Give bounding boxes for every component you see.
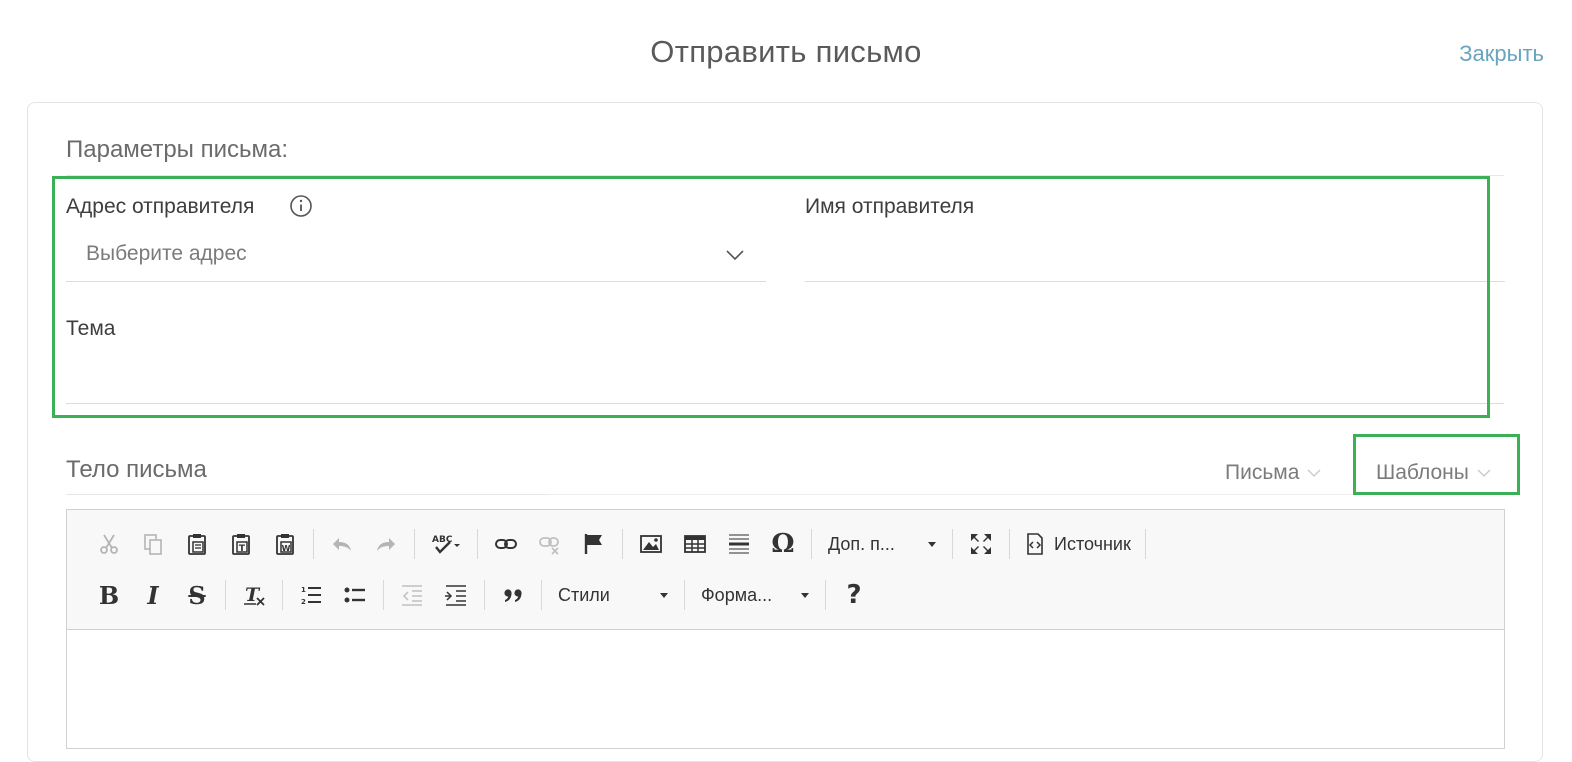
sender-address-label: Адрес отправителя: [66, 195, 255, 218]
chevron-down-icon: [1307, 469, 1321, 478]
sender-name-input[interactable]: [805, 230, 1505, 282]
unlink-icon[interactable]: [531, 526, 569, 562]
section-divider: [66, 175, 1504, 176]
source-button[interactable]: Источник: [1016, 526, 1139, 562]
source-icon: [1027, 533, 1043, 555]
help-icon[interactable]: ?: [835, 577, 873, 613]
editor-toolbar: T W ABC Ω Доп. п... Источник B I S T 1 2…: [67, 510, 1504, 630]
link-icon[interactable]: [487, 526, 525, 562]
anchor-icon[interactable]: [575, 526, 613, 562]
svg-text:1: 1: [301, 586, 306, 594]
cut-icon[interactable]: [90, 526, 128, 562]
toolbar-separator: [383, 580, 384, 610]
numbered-list-icon[interactable]: 12: [292, 577, 330, 613]
body-header-underline: [546, 494, 1504, 495]
toolbar-row-1: T W ABC Ω Доп. п... Источник: [87, 522, 1152, 566]
svg-text:T: T: [239, 544, 246, 554]
chevron-down-icon: [801, 592, 809, 598]
toolbar-separator: [825, 580, 826, 610]
outdent-icon[interactable]: [393, 577, 431, 613]
letters-dropdown-label: Письма: [1225, 461, 1300, 484]
toolbar-separator: [414, 529, 415, 559]
toolbar-separator: [684, 580, 685, 610]
templates-dropdown-label: Шаблоны: [1376, 461, 1469, 484]
source-label: Источник: [1054, 533, 1131, 554]
toolbar-separator: [1144, 529, 1146, 559]
toolbar-separator: [282, 580, 283, 610]
table-icon[interactable]: [676, 526, 714, 562]
chevron-down-icon: [1477, 469, 1491, 478]
letters-dropdown[interactable]: Письма: [1225, 461, 1321, 485]
redo-icon[interactable]: [367, 526, 405, 562]
spellcheck-icon[interactable]: ABC: [424, 526, 468, 562]
extra-combo[interactable]: Доп. п...: [818, 526, 946, 562]
blockquote-icon[interactable]: [494, 577, 532, 613]
copy-icon[interactable]: [134, 526, 172, 562]
toolbar-separator: [484, 580, 485, 610]
paste-icon[interactable]: [178, 526, 216, 562]
extra-combo-label: Доп. п...: [828, 533, 895, 554]
chevron-down-icon: [660, 592, 668, 598]
remove-format-icon[interactable]: T: [235, 577, 273, 613]
body-label: Тело письма: [66, 456, 207, 483]
indent-icon[interactable]: [437, 577, 475, 613]
subject-input[interactable]: [66, 352, 1504, 404]
sender-address-placeholder: Выберите адрес: [86, 242, 247, 265]
styles-combo[interactable]: Стили: [548, 577, 678, 613]
svg-text:2: 2: [301, 598, 306, 606]
paste-word-icon[interactable]: W: [266, 526, 304, 562]
toolbar-row-2: B I S T 12 Стили Форма... ?: [87, 573, 876, 617]
info-icon[interactable]: [289, 194, 313, 218]
format-combo[interactable]: Форма...: [691, 577, 819, 613]
subject-label: Тема: [66, 317, 116, 340]
paste-text-icon[interactable]: T: [222, 526, 260, 562]
image-icon[interactable]: [632, 526, 670, 562]
rich-text-editor: T W ABC Ω Доп. п... Источник B I S T 1 2…: [66, 509, 1505, 749]
undo-icon[interactable]: [323, 526, 361, 562]
toolbar-separator: [477, 529, 478, 559]
toolbar-separator: [225, 580, 226, 610]
svg-text:W: W: [282, 544, 291, 553]
editor-content-area[interactable]: [67, 629, 1504, 749]
toolbar-separator: [541, 580, 542, 610]
toolbar-separator: [952, 529, 953, 559]
sender-name-label: Имя отправителя: [805, 195, 975, 218]
maximize-icon[interactable]: [962, 526, 1000, 562]
chevron-down-icon: [928, 541, 936, 547]
format-combo-label: Форма...: [701, 584, 773, 605]
toolbar-separator: [313, 529, 314, 559]
styles-combo-label: Стили: [558, 584, 610, 605]
bold-icon[interactable]: B: [90, 577, 128, 613]
section-title: Параметры письма:: [66, 136, 289, 163]
toolbar-separator: [622, 529, 623, 559]
toolbar-separator: [811, 529, 812, 559]
special-char-icon[interactable]: Ω: [764, 526, 802, 562]
close-link[interactable]: Закрыть: [1459, 41, 1544, 67]
page-title: Отправить письмо: [650, 34, 922, 69]
horizontal-line-icon[interactable]: [720, 526, 758, 562]
italic-icon[interactable]: I: [134, 577, 172, 613]
chevron-down-icon: [726, 250, 744, 261]
sender-address-select[interactable]: Выберите адрес: [66, 230, 766, 282]
toolbar-separator: [1009, 529, 1010, 559]
body-label-underline: [66, 494, 546, 495]
templates-dropdown[interactable]: Шаблоны: [1376, 461, 1491, 485]
strikethrough-icon[interactable]: S: [178, 577, 216, 613]
bulleted-list-icon[interactable]: [336, 577, 374, 613]
